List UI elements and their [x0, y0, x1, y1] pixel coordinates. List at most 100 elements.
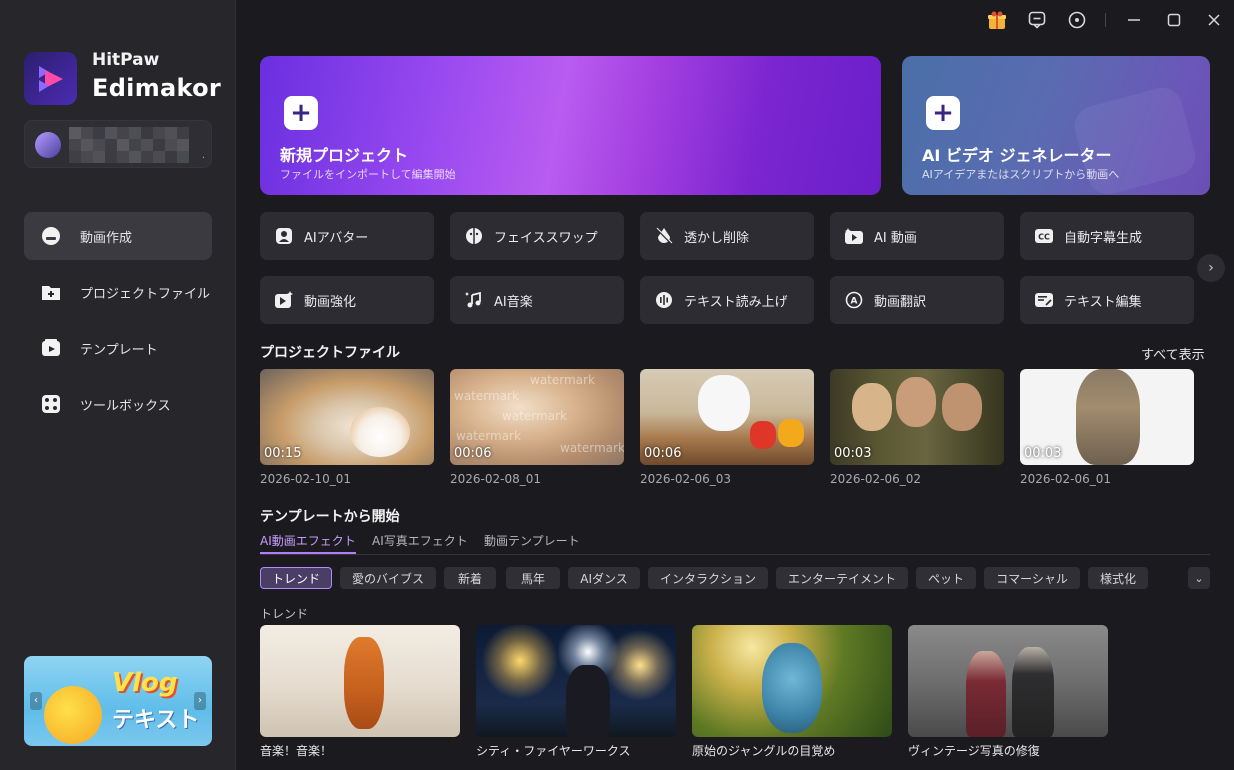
vlog-promo-banner[interactable]: Vlog テキスト ‹ › [24, 656, 212, 746]
tool-face-swap[interactable]: フェイススワップ [450, 212, 624, 260]
tool-auto-caption[interactable]: CC 自動字幕生成 [1020, 212, 1194, 260]
tool-label: 動画翻訳 [874, 294, 927, 310]
project-thumbnail[interactable]: 00:06 [640, 369, 814, 465]
avatar-icon [274, 226, 294, 246]
chevron-left-icon[interactable]: ‹ [30, 692, 42, 710]
template-caption: 原始のジャングルの目覚め [692, 744, 836, 758]
sidebar-item-project-files[interactable]: プロジェクトファイル [24, 268, 212, 316]
tool-label: 動画強化 [304, 294, 357, 310]
template-thumbnail[interactable] [476, 625, 676, 737]
user-menu-dot: . [201, 150, 205, 161]
avatar [35, 132, 61, 158]
sidebar-item-label: 動画作成 [80, 230, 133, 246]
tool-ai-avatar[interactable]: AIアバター [260, 212, 434, 260]
product-name: Edimakor [92, 74, 222, 102]
home-icon [40, 225, 62, 247]
person-shape [966, 651, 1006, 737]
project-thumbnail[interactable]: 00:15 [260, 369, 434, 465]
chevron-right-icon[interactable]: › [194, 692, 206, 710]
app-logo [24, 52, 77, 105]
tool-label: AIアバター [304, 230, 369, 246]
show-all-link[interactable]: すべて表示 [1141, 344, 1205, 363]
tab-ai-photo-effects[interactable]: AI写真エフェクト [372, 532, 468, 549]
active-tab-indicator [260, 552, 356, 554]
sidebar-item-label: テンプレート [80, 342, 158, 358]
folder-icon [40, 281, 62, 303]
watermark-text: watermark [530, 373, 595, 387]
sidebar: HitPaw Edimakor . 動画作成 プロジェクトファイル テンプレート… [0, 0, 236, 770]
watermark-remove-icon [654, 226, 674, 246]
maximize-icon[interactable] [1162, 8, 1186, 32]
duration-label: 00:03 [834, 446, 872, 461]
tool-video-enhance[interactable]: 動画強化 [260, 276, 434, 324]
tab-ai-video-effects[interactable]: AI動画エフェクト [260, 532, 356, 549]
tool-label: 自動字幕生成 [1064, 230, 1143, 246]
chip-love-vibes[interactable]: 愛のバイブス [340, 567, 436, 589]
feedback-icon[interactable] [1025, 8, 1049, 32]
template-thumbnail[interactable] [260, 625, 460, 737]
gift-icon[interactable] [985, 8, 1009, 32]
sidebar-item-toolbox[interactable]: ツールボックス [24, 380, 212, 428]
face-swap-icon [464, 226, 484, 246]
watermark-text: watermark [454, 389, 519, 403]
tool-label: AI 動画 [874, 230, 917, 246]
info-icon[interactable] [1065, 8, 1089, 32]
chip-commercial[interactable]: コマーシャル [984, 567, 1080, 589]
chip-ai-dance[interactable]: AIダンス [568, 567, 640, 589]
chip-interaction[interactable]: インタラクション [648, 567, 768, 589]
watermark-text: watermark [502, 409, 567, 423]
template-thumbnail[interactable] [908, 625, 1108, 737]
tool-ai-music[interactable]: AI音楽 [450, 276, 624, 324]
watermark-text: watermark [560, 441, 624, 455]
brand-name: HitPaw [92, 50, 160, 70]
project-date: 2026-02-06_03 [640, 472, 732, 486]
svg-text:A: A [851, 297, 858, 307]
ai-video-generator-card[interactable]: + AI ビデオ ジェネレーター AIアイデアまたはスクリプトから動画へ [902, 56, 1210, 195]
username-pixelated [69, 127, 209, 163]
tabby-cat-shape [1076, 369, 1140, 465]
person-shape [852, 383, 892, 431]
titlebar-divider [1105, 13, 1106, 27]
chip-entertainment[interactable]: エンターテイメント [776, 567, 908, 589]
tool-ai-video[interactable]: AI 動画 [830, 212, 1004, 260]
user-account-card[interactable]: . [24, 120, 212, 168]
close-icon[interactable] [1202, 8, 1226, 32]
chip-trend[interactable]: トレンド [260, 567, 332, 589]
tool-text-to-speech[interactable]: テキスト読み上げ [640, 276, 814, 324]
sidebar-item-templates[interactable]: テンプレート [24, 324, 212, 372]
project-date: 2026-02-06_01 [1020, 472, 1112, 486]
template-caption: シティ・ファイヤーワークス [476, 744, 631, 758]
chevron-right-icon[interactable]: › [1197, 254, 1225, 282]
toolbox-icon [40, 393, 62, 415]
templates-heading: テンプレートから開始 [260, 509, 400, 525]
tool-video-translate[interactable]: A 動画翻訳 [830, 276, 1004, 324]
svg-text:CC: CC [1038, 233, 1050, 242]
tiger-costume-baby-shape [344, 637, 384, 729]
project-thumbnail[interactable]: watermark watermark watermark watermark … [450, 369, 624, 465]
tool-label: テキスト読み上げ [684, 294, 788, 310]
chevron-down-icon[interactable]: ⌄ [1188, 567, 1210, 589]
caption-icon: CC [1034, 226, 1054, 246]
minimize-icon[interactable] [1122, 8, 1146, 32]
tool-label: フェイススワップ [494, 230, 598, 246]
project-thumbnail[interactable]: 00:03 [830, 369, 1004, 465]
tab-video-templates[interactable]: 動画テンプレート [484, 532, 580, 549]
chip-horse-year[interactable]: 馬年 [506, 567, 560, 589]
chip-stylized[interactable]: 様式化 [1088, 567, 1148, 589]
tool-text-edit[interactable]: テキスト編集 [1020, 276, 1194, 324]
duration-label: 00:03 [1024, 446, 1062, 461]
plus-icon: + [926, 96, 960, 130]
project-thumbnail[interactable]: 00:03 [1020, 369, 1194, 465]
sidebar-item-label: ツールボックス [80, 398, 171, 414]
new-project-card[interactable]: + 新規プロジェクト ファイルをインポートして編集開始 [260, 56, 881, 195]
project-date: 2026-02-08_01 [450, 472, 542, 486]
chip-pet[interactable]: ペット [916, 567, 976, 589]
chip-new[interactable]: 新着 [444, 567, 496, 589]
sidebar-item-create-video[interactable]: 動画作成 [24, 212, 212, 260]
project-files-heading: プロジェクトファイル [260, 345, 400, 361]
tool-watermark-remove[interactable]: 透かし削除 [640, 212, 814, 260]
template-thumbnail[interactable] [692, 625, 892, 737]
ai-video-icon [844, 226, 864, 246]
person-silhouette-shape [566, 665, 610, 737]
template-icon [40, 337, 62, 359]
